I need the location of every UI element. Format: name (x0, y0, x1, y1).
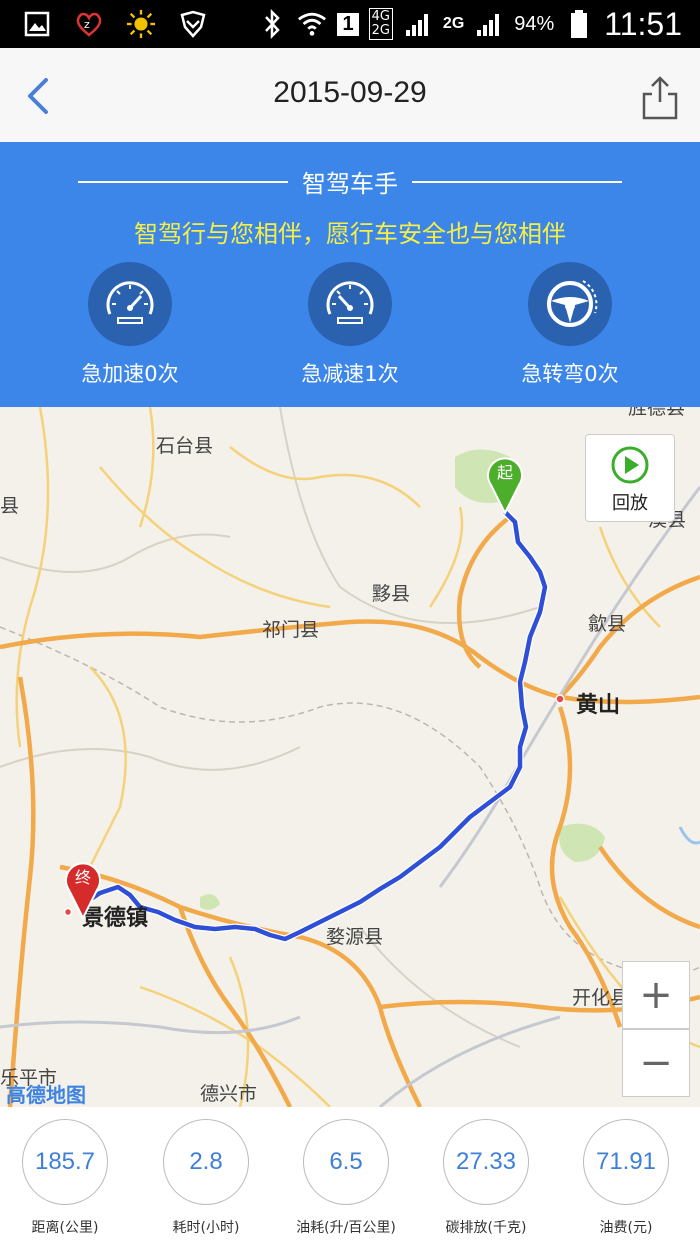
banner-slogan: 智驾行与您相伴，愿行车安全也与您相伴 (134, 220, 566, 248)
amap-logo: 高德地图 (6, 1083, 86, 1107)
sharp-turn-label: 急转弯0次 (521, 362, 619, 386)
replay-button[interactable]: 回放 (585, 434, 675, 522)
nav-bar: 2015-09-29 (0, 48, 700, 143)
metric-fuel-cost-label: 油费(元) (599, 1220, 653, 1236)
speedometer-icon (308, 262, 392, 346)
battery-percent: 94% (514, 12, 555, 35)
map-label-yixian: 黟县 (372, 583, 411, 605)
metric-fuel-consumption: 6.5 油耗(升/百公里) (291, 1119, 401, 1237)
metric-carbon-value: 27.33 (443, 1119, 529, 1205)
gallery-icon (22, 9, 52, 39)
map-label-edge-top: 旌德县 (628, 407, 686, 419)
map-label-huangshan: 黄山 (576, 693, 621, 718)
wifi-icon (297, 9, 327, 39)
shield-icon (178, 9, 208, 39)
status-bar: z 1 4G 2G 2G 94% 11:51 (0, 0, 700, 48)
network-4g-label: 4G (371, 9, 390, 24)
speedometer-icon (88, 262, 172, 346)
map-label-wuyuan: 婺源县 (326, 926, 384, 948)
metric-distance: 185.7 距离(公里) (10, 1119, 120, 1237)
map-label-shexian: 歙县 (588, 613, 627, 635)
metric-fuel-consumption-value: 6.5 (303, 1119, 389, 1205)
driving-summary-banner: 智驾车手 智驾行与您相伴，愿行车安全也与您相伴 急加速0次 急减速1次 急转弯0… (0, 142, 700, 407)
metric-carbon: 27.33 碳排放(千克) (431, 1119, 541, 1237)
metric-fuel-cost-value: 71.91 (583, 1119, 669, 1205)
sun-icon (126, 9, 156, 39)
metric-duration: 2.8 耗时(小时) (151, 1119, 261, 1237)
metric-fuel-cost: 71.91 油费(元) (571, 1119, 681, 1237)
share-button[interactable] (638, 74, 682, 122)
svg-text:z: z (84, 18, 90, 31)
map-label-shitai: 石台县 (156, 435, 214, 457)
replay-label: 回放 (612, 493, 648, 514)
battery-icon (564, 9, 594, 39)
steering-wheel-icon (528, 262, 612, 346)
metric-duration-label: 耗时(小时) (172, 1220, 240, 1236)
network-2g-label-top: 2G (371, 23, 390, 38)
dual-network-indicator: 4G 2G (368, 8, 393, 40)
map-label-dexing: 德兴市 (200, 1083, 258, 1105)
metric-distance-label: 距离(公里) (31, 1220, 99, 1236)
route-line (86, 510, 548, 942)
rapid-deceleration-label: 急减速1次 (301, 362, 399, 386)
end-marker-label: 终 (74, 868, 91, 887)
metric-duration-value: 2.8 (163, 1119, 249, 1205)
start-marker-label: 起 (496, 463, 513, 482)
metric-carbon-label: 碳排放(千克) (445, 1220, 527, 1236)
heart-z-icon: z (74, 9, 104, 39)
clock: 11:51 (604, 5, 682, 42)
zoom-out-button[interactable]: − (622, 1029, 690, 1097)
route-map[interactable]: 石台县 县 旌德县 黟县 祁门县 歙县 溪县 黄山 景德镇 婺源县 开化县 德兴… (0, 407, 700, 1107)
play-icon (611, 446, 649, 484)
map-label-kaihua: 开化县 (572, 987, 630, 1009)
map-label-qimen: 祁门县 (262, 619, 320, 641)
bluetooth-icon (257, 9, 287, 39)
signal-bars-icon-2 (474, 9, 504, 39)
map-label-edge-left: 县 (0, 495, 20, 517)
start-marker[interactable]: 起 (485, 451, 525, 515)
network-2g-label: 2G (442, 15, 465, 32)
trip-metrics: 185.7 距离(公里) 2.8 耗时(小时) 6.5 油耗(升/百公里) 27… (0, 1107, 700, 1244)
rapid-acceleration-label: 急加速0次 (81, 362, 179, 386)
end-marker[interactable]: 终 (63, 856, 103, 920)
metric-fuel-consumption-label: 油耗(升/百公里) (296, 1220, 396, 1236)
share-icon (642, 76, 678, 120)
sim-slot-badge: 1 (337, 12, 359, 36)
page-title: 2015-09-29 (273, 76, 427, 109)
signal-bars-icon (403, 9, 433, 39)
zoom-in-button[interactable]: + (622, 961, 690, 1029)
metric-distance-value: 185.7 (22, 1119, 108, 1205)
banner-title-row: 智驾车手 (0, 164, 700, 200)
divider-right (412, 181, 622, 183)
